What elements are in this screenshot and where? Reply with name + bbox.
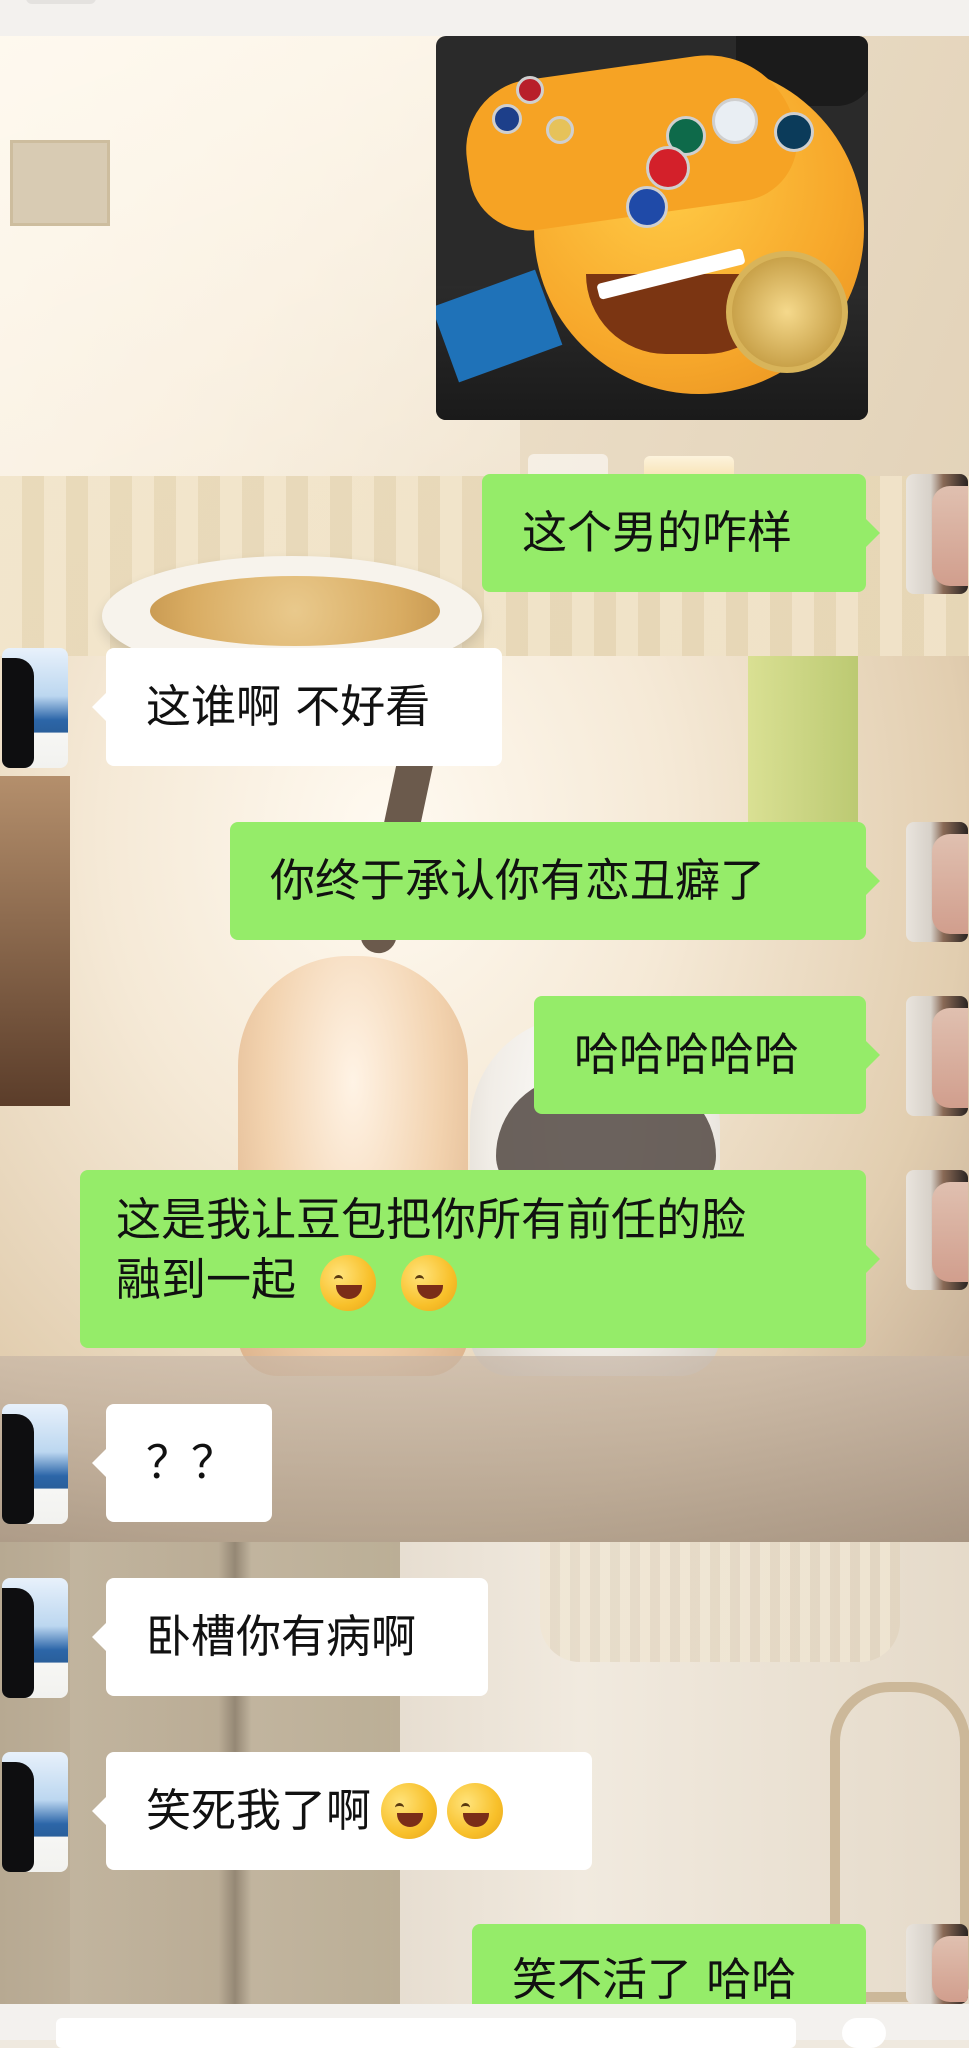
message-bubble-self[interactable]: 哈哈哈哈哈 bbox=[534, 996, 880, 1114]
top-pill bbox=[26, 0, 96, 4]
message-text: 卧槽你有病啊 bbox=[146, 1610, 417, 1663]
message-bubble-self[interactable]: 你终于承认你有恋丑癖了 bbox=[230, 822, 880, 940]
friend-avatar[interactable] bbox=[2, 1578, 68, 1698]
message-bubble-self[interactable]: 笑不活了 哈哈 bbox=[472, 1924, 866, 2004]
message-bubble-self[interactable]: 这是我让豆包把你所有前任的脸 融到一起 bbox=[80, 1170, 880, 1348]
friend-avatar[interactable] bbox=[2, 1404, 68, 1524]
self-avatar[interactable] bbox=[906, 474, 968, 594]
joy-emoji-icon bbox=[381, 1783, 438, 1839]
message-text: 你终于承认你有恋丑癖了 bbox=[270, 854, 766, 907]
message-bubble-friend[interactable]: 这谁啊 不好看 bbox=[92, 648, 502, 766]
message-text: 这个男的咋样 bbox=[522, 506, 793, 559]
input-bar bbox=[0, 2004, 969, 2048]
message-text: ？？ bbox=[146, 1436, 237, 1489]
self-avatar[interactable] bbox=[906, 996, 968, 1116]
message-bubble-friend[interactable]: 笑死我了啊 bbox=[92, 1752, 592, 1870]
self-avatar[interactable] bbox=[906, 822, 968, 942]
message-text: 笑不活了 哈哈 bbox=[512, 1953, 797, 2004]
friend-avatar[interactable] bbox=[2, 648, 68, 768]
top-bar bbox=[0, 0, 969, 37]
message-bubble-friend[interactable]: ？？ bbox=[92, 1404, 272, 1522]
message-bubble-self[interactable]: 这个男的咋样 bbox=[482, 474, 880, 592]
emoji-button[interactable] bbox=[842, 2018, 886, 2048]
friend-avatar[interactable] bbox=[2, 1752, 68, 1872]
message-text: 这谁啊 不好看 bbox=[146, 680, 431, 733]
message-text: 笑死我了啊 bbox=[146, 1784, 372, 1837]
message-text-line: 融到一起 bbox=[116, 1253, 297, 1306]
message-text: 哈哈哈哈哈 bbox=[574, 1028, 800, 1081]
rofl-emoji-icon bbox=[400, 1255, 457, 1311]
sticker-image-message[interactable] bbox=[436, 36, 868, 420]
message-input[interactable] bbox=[56, 2018, 796, 2048]
self-avatar[interactable] bbox=[906, 1170, 968, 1290]
rofl-emoji-icon bbox=[320, 1255, 377, 1311]
watch-image bbox=[726, 251, 848, 373]
self-avatar[interactable] bbox=[906, 1924, 968, 2004]
joy-emoji-icon bbox=[447, 1783, 504, 1839]
message-bubble-friend[interactable]: 卧槽你有病啊 bbox=[92, 1578, 488, 1696]
message-text-line: 这是我让豆包把你所有前任的脸 bbox=[116, 1193, 747, 1246]
